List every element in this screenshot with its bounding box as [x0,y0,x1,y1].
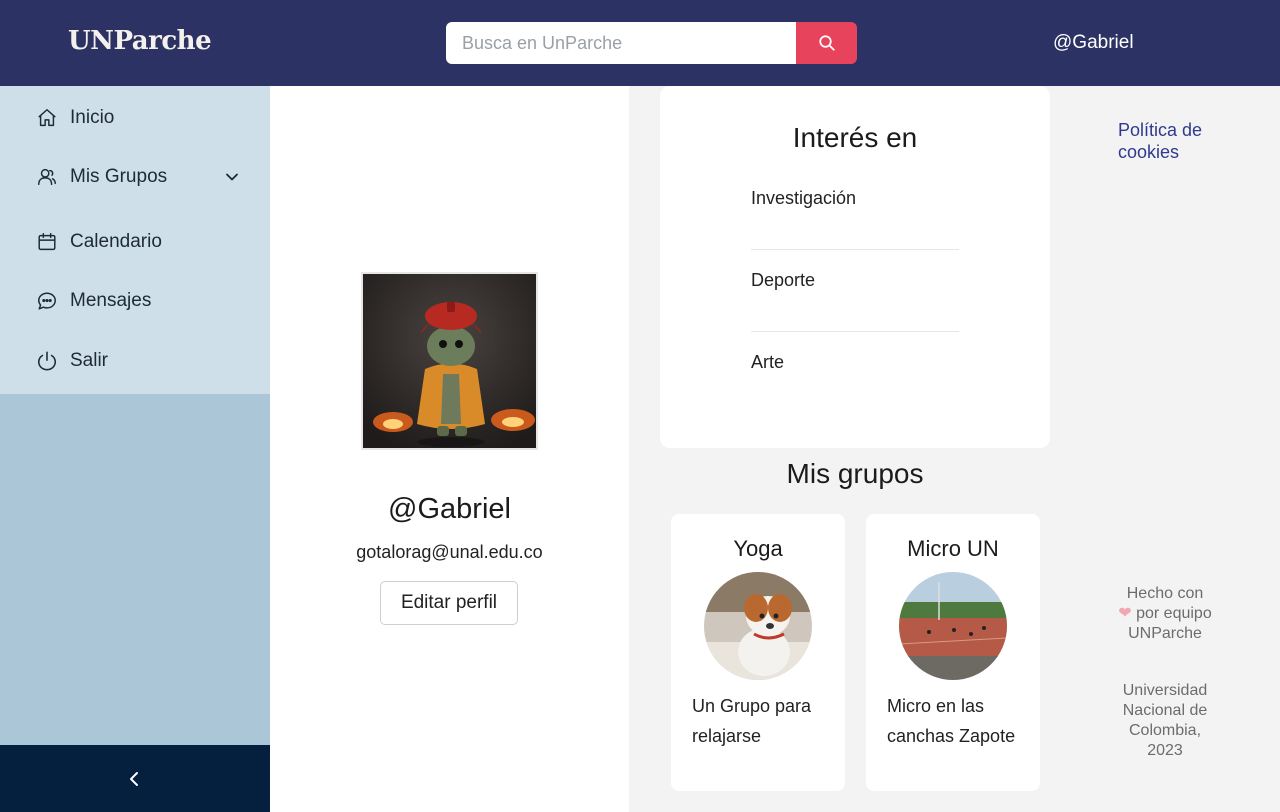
cookie-policy-link[interactable]: Política de cookies [1118,119,1238,163]
group-description: Micro en las canchas Zapote [887,696,1016,746]
footer-credits-team: por equipo UNParche [1128,605,1212,642]
sidebar: Inicio Mis Grupos Calendario Mensajes Sa… [0,86,270,812]
app-logo[interactable]: UNParche [68,26,212,56]
group-image [704,572,812,680]
interests-title: Interés en [792,122,918,153]
messages-icon [38,292,56,310]
group-description: Un Grupo para relajarse [692,696,812,746]
group-card-yoga[interactable]: Yoga Un Grupo para relajarse [671,514,845,791]
interest-item: Deporte [751,270,816,290]
chevron-down-icon[interactable] [222,167,242,187]
profile-username: @Gabriel [388,493,511,525]
sidebar-item-calendario[interactable]: Calendario [0,220,270,264]
sidebar-item-mis-grupos[interactable]: Mis Grupos [0,155,270,199]
power-icon [37,351,57,371]
sidebar-collapse-button[interactable] [0,745,270,812]
group-card-micro-un[interactable]: Micro UN Micro en las canchas Zapote [866,514,1040,791]
profile-panel: @Gabriel gotalorag@unal.edu.co Editar pe… [270,86,629,812]
interest-item: Investigación [751,188,857,208]
user-menu[interactable]: @Gabriel [1053,32,1134,54]
sidebar-menu: Inicio Mis Grupos Calendario Mensajes Sa… [0,86,270,394]
sidebar-item-label: Salir [70,350,109,371]
sidebar-item-label: Mis Grupos [70,166,168,187]
sidebar-item-label: Calendario [70,231,162,252]
group-name: Yoga [733,536,783,561]
sidebar-item-label: Mensajes [70,290,152,311]
interest-divider [751,249,959,250]
group-image [899,572,1007,680]
sidebar-item-salir[interactable]: Salir [0,339,270,383]
footer-credits: Hecho con ❤ por equipo UNParche [1110,584,1220,644]
groups-title: Mis grupos [786,458,924,489]
footer-credits-text: Hecho con [1126,585,1204,602]
groups-icon [38,168,56,186]
interest-item: Arte [751,352,785,372]
sidebar-item-inicio[interactable]: Inicio [0,96,270,140]
sidebar-item-mensajes[interactable]: Mensajes [0,279,270,323]
sidebar-item-label: Inicio [70,107,115,128]
profile-avatar [361,272,538,450]
top-navbar: UNParche @Gabriel [0,0,1280,86]
home-icon [38,109,56,127]
search-input[interactable] [446,22,798,64]
footer-university: Universidad Nacional de Colombia, 2023 [1122,682,1208,759]
chevron-left-icon [130,771,138,786]
interest-divider [751,331,959,332]
search-bar [446,22,857,64]
search-button[interactable] [796,22,857,64]
profile-email: gotalorag@unal.edu.co [356,542,543,562]
calendar-icon [38,233,56,251]
edit-profile-button[interactable]: Editar perfil [380,581,518,625]
heart-icon: ❤ [1118,605,1132,622]
search-icon [818,35,835,51]
interests-card: Interés en Investigación Deporte Arte [660,86,1050,448]
group-name: Micro UN [907,536,999,561]
